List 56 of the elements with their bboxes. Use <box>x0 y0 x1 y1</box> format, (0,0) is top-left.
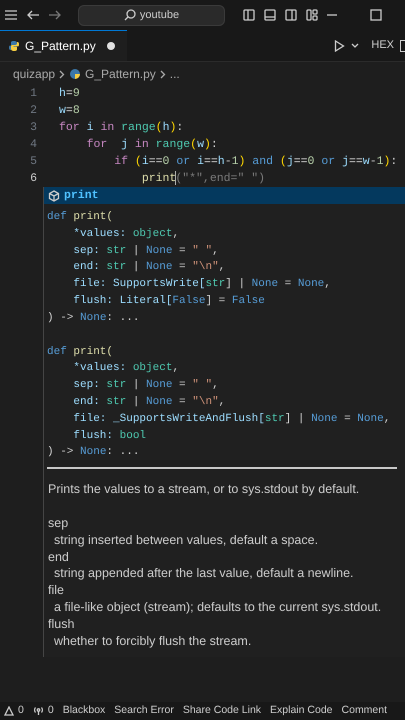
maximize-icon[interactable] <box>370 9 382 21</box>
param-description: string inserted between values, default a space. <box>53 532 320 549</box>
editor-tab[interactable]: G_Pattern.py <box>0 30 127 61</box>
line-number: 5 <box>29 154 37 170</box>
forward-arrow-icon[interactable] <box>48 9 62 21</box>
antenna-icon <box>32 706 44 716</box>
status-item[interactable]: Explain Code <box>270 703 333 719</box>
search-icon <box>124 9 136 21</box>
signature-code: def print( *values: object, sep: str | None = " ", end: str | None = "\n", file: _SupportsWriteAndFlush[str] | None = None, flush: bool ) -> None: ... <box>47 344 392 460</box>
python-icon <box>8 40 20 52</box>
grid-layout-icon[interactable] <box>306 9 318 21</box>
code-line: for i in range(h): <box>59 120 184 136</box>
search-field[interactable]: youtube <box>78 4 225 26</box>
signature-code: def print( *values: object, sep: str | None = " ", end: str | None = "\n", file: SupportsWrite[str] | None = None, flush: Literal[False] = False ) -> None: ... <box>47 210 332 326</box>
param-description: string appended after the last value, default a newline. <box>53 565 355 582</box>
line-number: 1 <box>29 86 37 102</box>
param-name: end <box>48 548 70 566</box>
line-number: 4 <box>29 137 37 153</box>
param-name: sep <box>48 514 70 532</box>
param-description: a file-like object (stream); defaults to the current sys.stdout. <box>53 598 382 616</box>
breadcrumb-item[interactable]: quizapp <box>13 65 56 83</box>
warning-icon <box>4 706 14 716</box>
code-line: if (i==0 or i==h-1) and (j==0 or j==w-1): <box>113 154 398 170</box>
python-icon <box>69 68 82 80</box>
chevron-icon <box>59 70 66 78</box>
suggestion-item[interactable]: print <box>44 187 405 204</box>
param-name: flush <box>48 616 76 633</box>
code-line: print("*",end=" ") <box>140 170 266 187</box>
param-description: whether to forcibly flush the stream. <box>53 632 252 650</box>
back-arrow-icon[interactable] <box>26 9 40 21</box>
status-item[interactable]: Comment <box>342 703 388 719</box>
line-number: 3 <box>29 120 37 136</box>
line-number: 2 <box>29 103 37 119</box>
status-item[interactable]: Share Code Link <box>182 703 262 719</box>
hex-button[interactable]: HEX <box>371 37 394 54</box>
run-icon[interactable] <box>334 40 346 52</box>
menu-icon[interactable] <box>4 9 18 21</box>
split-editor-icon[interactable] <box>400 40 405 52</box>
line-number: 6 <box>29 171 37 187</box>
status-item[interactable]: 0 <box>32 703 54 719</box>
caret-icon[interactable] <box>351 42 360 48</box>
param-name: file <box>48 582 65 599</box>
status-item[interactable]: Blackbox <box>62 703 106 719</box>
chevron-icon <box>160 70 166 78</box>
status-item[interactable]: Search Error <box>114 703 174 719</box>
code-line: w=8 <box>59 103 80 119</box>
doc-summary: Prints the values to a stream, or to sys.stdout by default. <box>48 481 360 498</box>
cube-icon <box>48 190 60 202</box>
panel-layout-icon[interactable] <box>264 9 276 21</box>
status-item[interactable]: 0 <box>4 703 24 719</box>
sidebar-layout-icon[interactable] <box>243 9 255 21</box>
split-layout-icon[interactable] <box>285 9 297 21</box>
code-line: h=9 <box>59 86 80 102</box>
breadcrumb-item[interactable]: ... <box>170 65 180 83</box>
code-line: for j in range(w): <box>86 137 218 153</box>
breadcrumb-item[interactable]: G_Pattern.py <box>85 65 156 83</box>
